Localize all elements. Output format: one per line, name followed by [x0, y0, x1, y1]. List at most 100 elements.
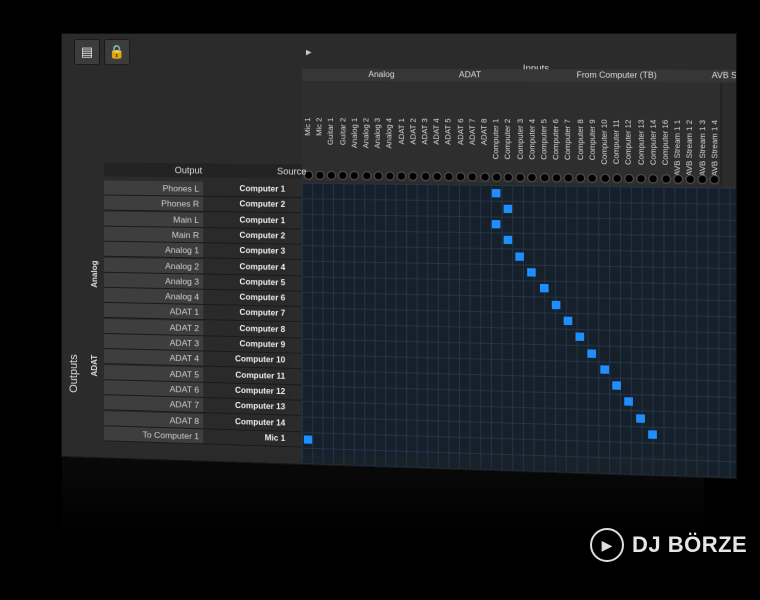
source-name[interactable]: Computer 4 — [203, 258, 395, 275]
input-column-label: ADAT 2 — [408, 118, 418, 145]
input-select-dot[interactable] — [660, 174, 671, 184]
source-name[interactable]: Computer 3 — [203, 243, 395, 260]
output-name: Analog 3 — [104, 272, 204, 289]
input-select-dot[interactable] — [563, 173, 574, 183]
input-select-dot[interactable] — [432, 171, 442, 182]
route-marker[interactable] — [527, 268, 537, 277]
input-column-label: Computer 11 — [611, 119, 622, 165]
logo: ▶ DJ BÖRZE — [590, 528, 747, 562]
source-name[interactable]: Computer 2 — [203, 197, 395, 213]
output-name: Analog 1 — [104, 241, 204, 258]
lock-icon[interactable]: 🔒 — [104, 39, 131, 66]
analog-group-label: Analog — [89, 260, 100, 288]
input-column-label: ADAT 4 — [431, 118, 442, 145]
route-marker[interactable] — [303, 435, 312, 445]
source-name[interactable]: Computer 8 — [203, 320, 395, 338]
source-name[interactable]: Computer 1 — [203, 212, 395, 228]
input-select-dot[interactable] — [314, 170, 325, 180]
table-header: Output Source — [104, 162, 307, 179]
source-name[interactable]: Computer 7 — [203, 305, 395, 322]
route-marker[interactable] — [599, 365, 609, 374]
input-column-label: AVB Stream 1 2 — [684, 119, 695, 176]
route-marker[interactable] — [587, 348, 597, 358]
output-name: ADAT 7 — [104, 395, 204, 413]
route-marker[interactable] — [648, 430, 658, 439]
input-select-dot[interactable] — [551, 173, 562, 183]
route-marker[interactable] — [539, 284, 549, 293]
input-select-dot[interactable] — [611, 173, 622, 184]
route-marker[interactable] — [515, 252, 525, 261]
source-name[interactable]: Computer 1 — [203, 181, 395, 197]
input-select-dot[interactable] — [479, 172, 490, 182]
input-column-label: Guitar 1 — [326, 117, 336, 145]
output-name: Phones R — [104, 195, 204, 212]
output-name: ADAT 6 — [104, 380, 204, 397]
route-marker[interactable] — [563, 316, 573, 325]
source-name[interactable]: Computer 11 — [203, 367, 395, 385]
input-select-dot[interactable] — [491, 172, 502, 182]
input-column-label: Computer 3 — [514, 118, 525, 160]
source-name[interactable]: Computer 14 — [203, 413, 395, 432]
outputs-label: Outputs — [67, 354, 80, 394]
input-group-label: AVB S — [711, 70, 736, 81]
route-marker[interactable] — [491, 220, 501, 229]
input-select-dot[interactable] — [361, 171, 372, 181]
route-marker[interactable] — [636, 413, 645, 423]
source-name[interactable]: Computer 12 — [203, 382, 395, 401]
source-name[interactable]: Mic 1 — [203, 429, 395, 448]
input-column-label: Computer 5 — [538, 119, 549, 160]
input-select-dot[interactable] — [624, 173, 634, 184]
input-column-label: Computer 2 — [502, 118, 513, 160]
expand-triangle-icon[interactable]: ▶ — [306, 48, 312, 56]
input-select-dot[interactable] — [697, 174, 708, 185]
logo-text: DJ BÖRZE — [632, 532, 748, 557]
source-name[interactable]: Computer 10 — [203, 351, 395, 369]
input-select-dot[interactable] — [326, 170, 336, 181]
input-select-dot[interactable] — [539, 172, 550, 183]
play-disc-icon: ▶ — [590, 528, 624, 562]
route-marker[interactable] — [503, 236, 513, 245]
input-select-dot[interactable] — [503, 172, 514, 183]
input-column-label: Computer 9 — [587, 119, 597, 161]
input-select-dot[interactable] — [515, 172, 526, 183]
source-name[interactable]: Computer 6 — [203, 289, 395, 306]
input-column-label: AVB Stream 1 1 — [672, 119, 683, 176]
input-group-label: ADAT — [458, 70, 481, 80]
input-select-dot[interactable] — [575, 173, 586, 183]
route-marker[interactable] — [551, 300, 561, 309]
input-select-dot[interactable] — [420, 171, 430, 182]
route-marker[interactable] — [491, 188, 501, 197]
window-icon[interactable]: ▤ — [73, 39, 101, 66]
route-marker[interactable] — [575, 332, 585, 342]
input-column-label: Analog 3 — [372, 117, 383, 149]
source-name[interactable]: Computer 2 — [203, 227, 395, 244]
routing-grid[interactable] — [301, 182, 736, 479]
input-select-dot[interactable] — [396, 171, 407, 181]
route-marker[interactable] — [503, 204, 513, 213]
input-select-dot[interactable] — [385, 171, 395, 181]
output-name: Analog 2 — [104, 257, 204, 274]
route-marker[interactable] — [624, 397, 633, 407]
source-name[interactable]: Computer 5 — [203, 274, 395, 291]
input-column-label: Analog 1 — [349, 117, 359, 149]
route-marker[interactable] — [611, 381, 621, 390]
input-select-dot[interactable] — [373, 171, 383, 181]
input-select-dot[interactable] — [599, 173, 610, 184]
output-name: Analog 4 — [104, 287, 204, 305]
output-name: Main R — [104, 226, 204, 243]
input-select-dot[interactable] — [455, 172, 466, 182]
input-select-dot[interactable] — [338, 170, 348, 181]
output-name: ADAT 8 — [104, 410, 204, 428]
output-name: To Computer 1 — [104, 426, 204, 444]
input-column-label: Computer 12 — [623, 119, 634, 165]
input-select-dot[interactable] — [672, 174, 683, 184]
output-name: ADAT 3 — [104, 333, 204, 351]
output-name: Phones L — [104, 180, 204, 196]
source-name[interactable]: Computer 13 — [203, 398, 395, 416]
input-column-label: ADAT 3 — [419, 118, 430, 145]
input-select-dot[interactable] — [636, 173, 647, 184]
input-select-dot[interactable] — [443, 171, 454, 182]
source-name[interactable]: Computer 9 — [203, 336, 395, 354]
input-select-dot[interactable] — [685, 174, 696, 185]
routing-matrix-window: ▤ 🔒 Inputs ▶ Analog ADAT From Computer (TB… — [62, 34, 736, 479]
